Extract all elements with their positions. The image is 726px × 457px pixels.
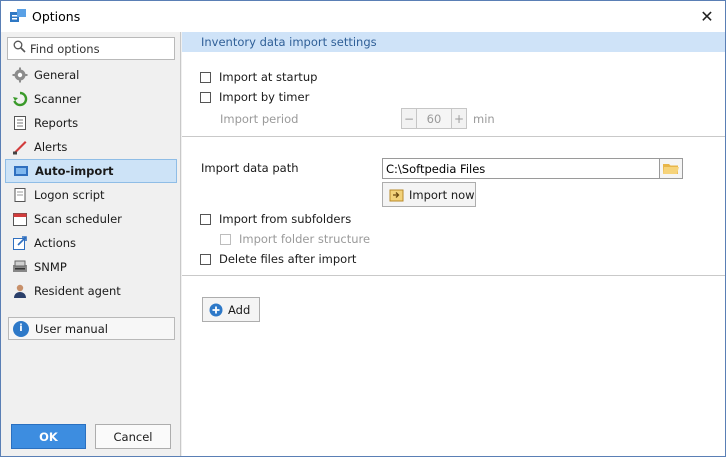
settings-panel: Inventory data import settings Import at… [182,32,725,456]
user-manual-button[interactable]: i User manual [8,317,175,340]
sidebar-item-scanner[interactable]: Scanner [5,87,177,111]
sidebar-nav: General Scanner Reports Alerts Auto-impo… [5,63,177,303]
folder-icon [663,164,679,174]
import-folder-structure-label: Import folder structure [239,232,371,246]
add-icon [209,303,223,316]
import-by-timer-checkbox[interactable] [200,91,211,103]
import-from-subfolders-checkbox[interactable] [200,213,211,225]
import-period-value[interactable]: 60 [417,108,451,129]
ok-button[interactable]: OK [11,424,86,449]
import-at-startup-row[interactable]: Import at startup [200,70,317,84]
divider [182,136,725,137]
import-from-subfolders-label: Import from subfolders [219,212,352,226]
import-icon [389,189,404,202]
calendar-icon [12,211,28,227]
sidebar-item-label: General [34,68,80,82]
delete-files-checkbox[interactable] [200,253,211,265]
sidebar-item-actions[interactable]: Actions [5,231,177,255]
app-icon [10,9,26,22]
import-by-timer-row[interactable]: Import by timer [200,90,309,104]
title-bar: Options ✕ [1,1,725,32]
import-data-path-label: Import data path [201,161,299,175]
auto-import-icon [13,163,29,179]
sidebar-item-label: Scanner [34,92,82,106]
sidebar-item-label: Auto-import [35,164,114,178]
sidebar-item-logon-script[interactable]: Logon script [5,183,177,207]
snmp-icon [12,259,28,275]
import-period-unit: min [473,111,495,126]
import-data-path-input[interactable]: C:\Softpedia Files [382,158,660,179]
sidebar-item-label: Reports [34,116,79,130]
sidebar-item-snmp[interactable]: SNMP [5,255,177,279]
import-folder-structure-row[interactable]: Import folder structure [220,232,370,246]
sidebar-item-general[interactable]: General [5,63,177,87]
options-window: Options ✕ Find options General Scanner R… [0,0,726,457]
actions-icon [12,235,28,251]
import-folder-structure-checkbox[interactable] [220,233,231,245]
report-icon [12,115,28,131]
delete-files-label: Delete files after import [219,252,357,266]
import-at-startup-checkbox[interactable] [200,71,211,83]
search-placeholder: Find options [30,41,100,56]
divider [182,275,725,276]
delete-files-row[interactable]: Delete files after import [200,252,356,266]
import-now-button[interactable]: Import now [382,182,476,207]
import-now-label: Import now [409,187,475,202]
agent-icon [12,283,28,299]
import-from-subfolders-row[interactable]: Import from subfolders [200,212,351,226]
cancel-button[interactable]: Cancel [95,424,171,449]
scanner-icon [12,91,28,107]
gear-icon [12,67,28,83]
browse-folder-button[interactable] [659,158,683,179]
sidebar-item-label: Logon script [34,188,105,202]
sidebar-item-label: Actions [34,236,77,250]
import-period-stepper[interactable]: − 60 + min [401,108,495,129]
search-input[interactable]: Find options [7,37,175,60]
sidebar-item-resident-agent[interactable]: Resident agent [5,279,177,303]
alert-icon [12,139,28,155]
close-button[interactable]: ✕ [695,5,719,27]
sidebar-item-reports[interactable]: Reports [5,111,177,135]
sidebar-item-scan-scheduler[interactable]: Scan scheduler [5,207,177,231]
add-button[interactable]: Add [202,297,260,322]
sidebar-item-label: Resident agent [34,284,121,298]
window-title: Options [32,9,81,24]
import-period-label: Import period [220,112,299,126]
info-icon: i [13,320,29,337]
sidebar-item-label: SNMP [34,260,67,274]
sidebar-item-alerts[interactable]: Alerts [5,135,177,159]
decrement-button[interactable]: − [401,108,417,129]
section-title: Inventory data import settings [182,32,725,52]
increment-button[interactable]: + [451,108,467,129]
import-at-startup-label: Import at startup [219,70,318,84]
search-icon [8,40,30,57]
script-icon [12,187,28,203]
sidebar-item-label: Alerts [34,140,68,154]
add-label: Add [228,302,251,317]
sidebar: Find options General Scanner Reports Ale… [1,32,181,456]
sidebar-item-label: Scan scheduler [34,212,122,226]
user-manual-label: User manual [35,321,108,336]
import-by-timer-label: Import by timer [219,90,310,104]
sidebar-item-auto-import[interactable]: Auto-import [5,159,177,183]
